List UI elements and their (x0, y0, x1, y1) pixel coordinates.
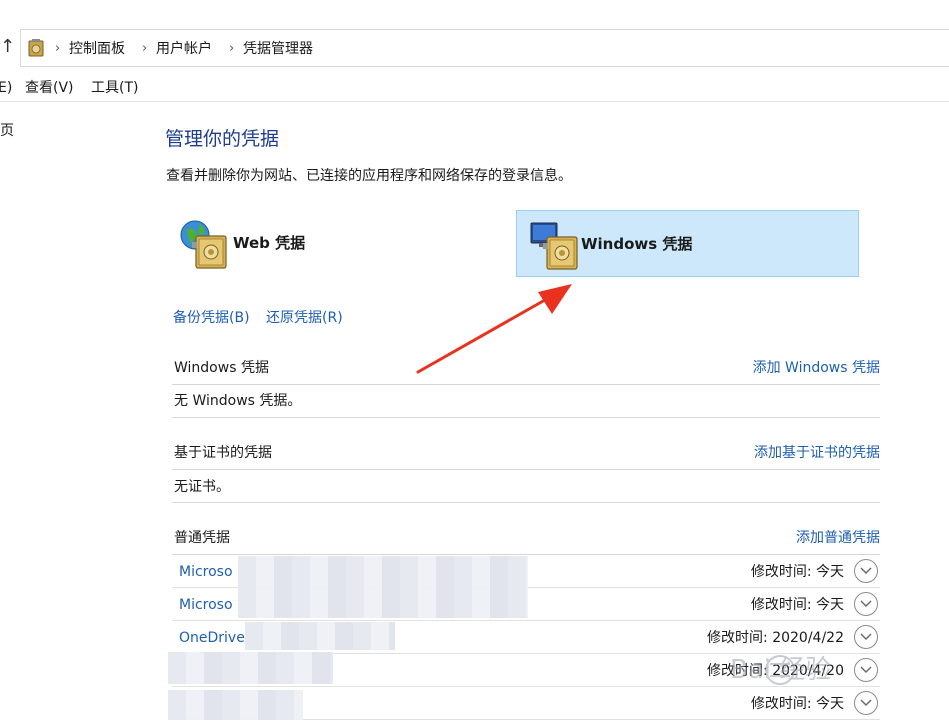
credential-modified: 修改时间: 今天 (750, 564, 844, 580)
menu-edit[interactable]: E) (0, 79, 12, 97)
redacted-area (245, 622, 395, 650)
menu-tools[interactable]: 工具(T) (91, 79, 138, 97)
divider (172, 384, 880, 385)
menu-view[interactable]: 查看(V) (25, 79, 74, 97)
add-windows-credential-link[interactable]: 添加 Windows 凭据 (753, 358, 880, 378)
page-title: 管理你的凭据 (165, 128, 280, 150)
divider (172, 502, 880, 503)
windows-credentials-empty: 无 Windows 凭据。 (174, 393, 302, 409)
add-generic-credential-link[interactable]: 添加普通凭据 (796, 528, 880, 548)
web-credentials-icon (180, 220, 227, 269)
up-arrow-icon[interactable]: ↑ (0, 36, 15, 58)
left-nav-home[interactable]: 页 (0, 120, 14, 140)
divider (172, 417, 880, 418)
windows-credentials-section-title: Windows 凭据 (174, 360, 269, 376)
red-arrow-icon (416, 284, 572, 374)
credential-manager-icon (28, 39, 44, 57)
address-bar: ↑ › 控制面板 › 用户帐户 › 凭据管理器 (0, 0, 949, 72)
breadcrumb-user-accounts[interactable]: 用户帐户 (156, 39, 212, 59)
generic-credentials-section-title: 普通凭据 (174, 530, 230, 546)
certificate-credentials-empty: 无证书。 (174, 479, 230, 495)
credential-name[interactable]: Microso (179, 595, 233, 615)
windows-credentials-label: Windows 凭据 (581, 235, 693, 253)
breadcrumb-control-panel[interactable]: 控制面板 (69, 39, 125, 59)
backup-credentials-link[interactable]: 备份凭据(B) (173, 308, 250, 328)
redacted-area (168, 652, 333, 684)
credential-name[interactable]: Microso (179, 562, 233, 582)
redacted-area (238, 556, 528, 618)
breadcrumb-separator: › (229, 41, 235, 56)
menubar: E) 查看(V) 工具(T) (0, 74, 949, 102)
breadcrumb-separator: › (55, 41, 61, 56)
windows-credentials-tile[interactable]: Windows 凭据 (516, 210, 859, 277)
breadcrumb-credential-manager[interactable]: 凭据管理器 (243, 39, 313, 59)
restore-credentials-link[interactable]: 还原凭据(R) (266, 308, 343, 328)
web-credentials-label: Web 凭据 (233, 234, 306, 252)
page-description: 查看并删除你为网站、已连接的应用程序和网络保存的登录信息。 (166, 168, 572, 184)
credential-name[interactable]: OneDrive (179, 628, 245, 648)
add-certificate-credential-link[interactable]: 添加基于证书的凭据 (754, 443, 880, 463)
certificate-credentials-section-title: 基于证书的凭据 (174, 445, 272, 461)
redacted-area (168, 690, 303, 720)
divider (172, 469, 880, 470)
expand-chevron-icon[interactable] (854, 559, 878, 583)
address-box[interactable]: › 控制面板 › 用户帐户 › 凭据管理器 (20, 29, 949, 67)
expand-chevron-icon[interactable] (854, 592, 878, 616)
web-credentials-tile[interactable]: Web 凭据 (172, 210, 502, 277)
watermark-text: Bai 经验 (730, 655, 831, 685)
breadcrumb-separator: › (142, 41, 148, 56)
baidu-jingyan-watermark-icon: Bai 经验 (730, 655, 831, 685)
credential-modified: 修改时间: 今天 (750, 597, 844, 613)
windows-credentials-icon (530, 222, 578, 270)
